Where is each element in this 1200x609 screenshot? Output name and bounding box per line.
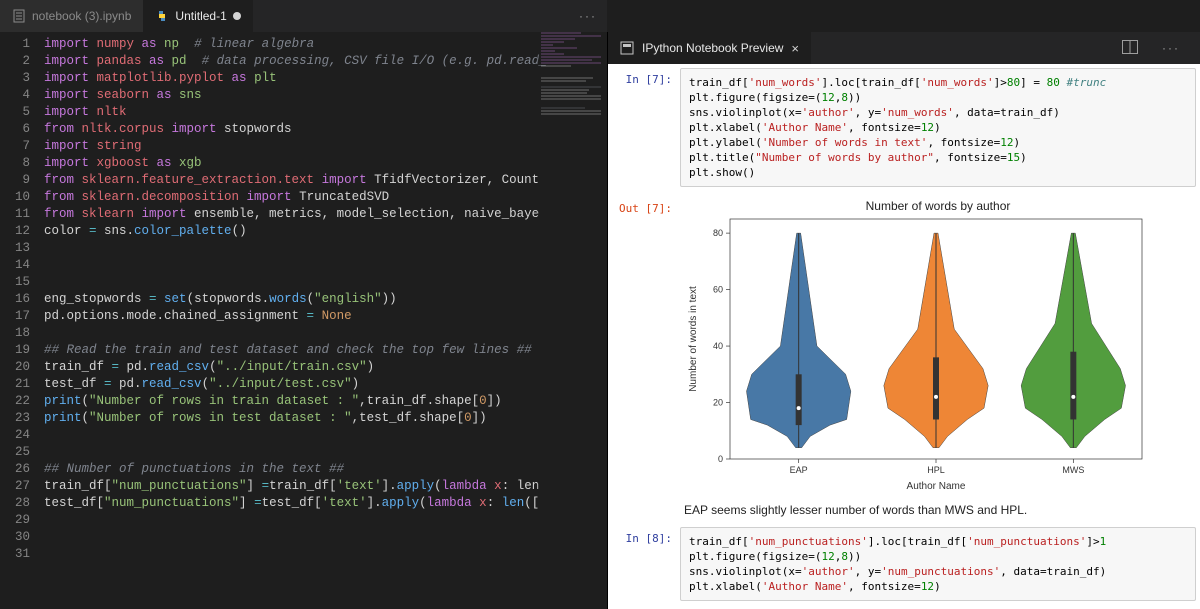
preview-tab-label: IPython Notebook Preview — [642, 41, 783, 55]
more-actions-icon[interactable]: ··· — [1152, 41, 1190, 55]
notebook-preview-body[interactable]: In [7]: train_df['num_words'].loc[train_… — [608, 64, 1200, 609]
preview-icon — [620, 41, 634, 55]
plot-title: Number of words by author — [682, 199, 1194, 213]
jupyter-file-icon — [12, 9, 26, 23]
svg-text:40: 40 — [713, 341, 723, 351]
svg-text:0: 0 — [718, 454, 723, 464]
svg-text:Author Name: Author Name — [907, 481, 966, 492]
line-number-gutter: 1234567891011121314151617181920212223242… — [0, 32, 44, 609]
cell-code-in8: train_df['num_punctuations'].loc[train_d… — [680, 527, 1196, 601]
svg-text:20: 20 — [713, 398, 723, 408]
tab-label: Untitled-1 — [175, 9, 226, 23]
python-file-icon — [155, 9, 169, 23]
svg-text:HPL: HPL — [927, 465, 945, 475]
split-editor-icon[interactable] — [1122, 40, 1138, 57]
cell-prompt-in: In [8]: — [612, 527, 680, 601]
svg-text:MWS: MWS — [1062, 465, 1084, 475]
tab-untitled[interactable]: Untitled-1 — [143, 0, 252, 32]
tab-label: notebook (3).ipynb — [32, 9, 131, 23]
tab-notebook-file[interactable]: notebook (3).ipynb — [0, 0, 143, 32]
cell-prompt-in: In [7]: — [612, 68, 680, 187]
close-icon[interactable]: × — [791, 41, 799, 56]
cell-output-text: EAP seems slightly lesser number of word… — [684, 503, 1196, 517]
svg-text:Number of words in text: Number of words in text — [688, 286, 699, 392]
cell-prompt-out: Out [7]: — [612, 197, 680, 517]
svg-text:60: 60 — [713, 285, 723, 295]
preview-pane: IPython Notebook Preview × ··· In [7]: t… — [608, 32, 1200, 609]
cell-code-in7: train_df['num_words'].loc[train_df['num_… — [680, 68, 1196, 187]
more-tabs-icon[interactable]: ··· — [569, 9, 607, 23]
violin-plot: Number of words by author 0 20 40 60 80 Numbe… — [680, 197, 1196, 497]
plot-svg: 0 20 40 60 80 Number of words in text Author N… — [682, 215, 1152, 495]
editor-pane: 1234567891011121314151617181920212223242… — [0, 32, 607, 609]
svg-text:EAP: EAP — [790, 465, 808, 475]
svg-text:80: 80 — [713, 228, 723, 238]
dirty-indicator-icon — [233, 12, 241, 20]
code-editor[interactable]: import numpy as np # linear algebraimpor… — [44, 32, 607, 609]
tab-notebook-preview[interactable]: IPython Notebook Preview × — [608, 32, 811, 64]
